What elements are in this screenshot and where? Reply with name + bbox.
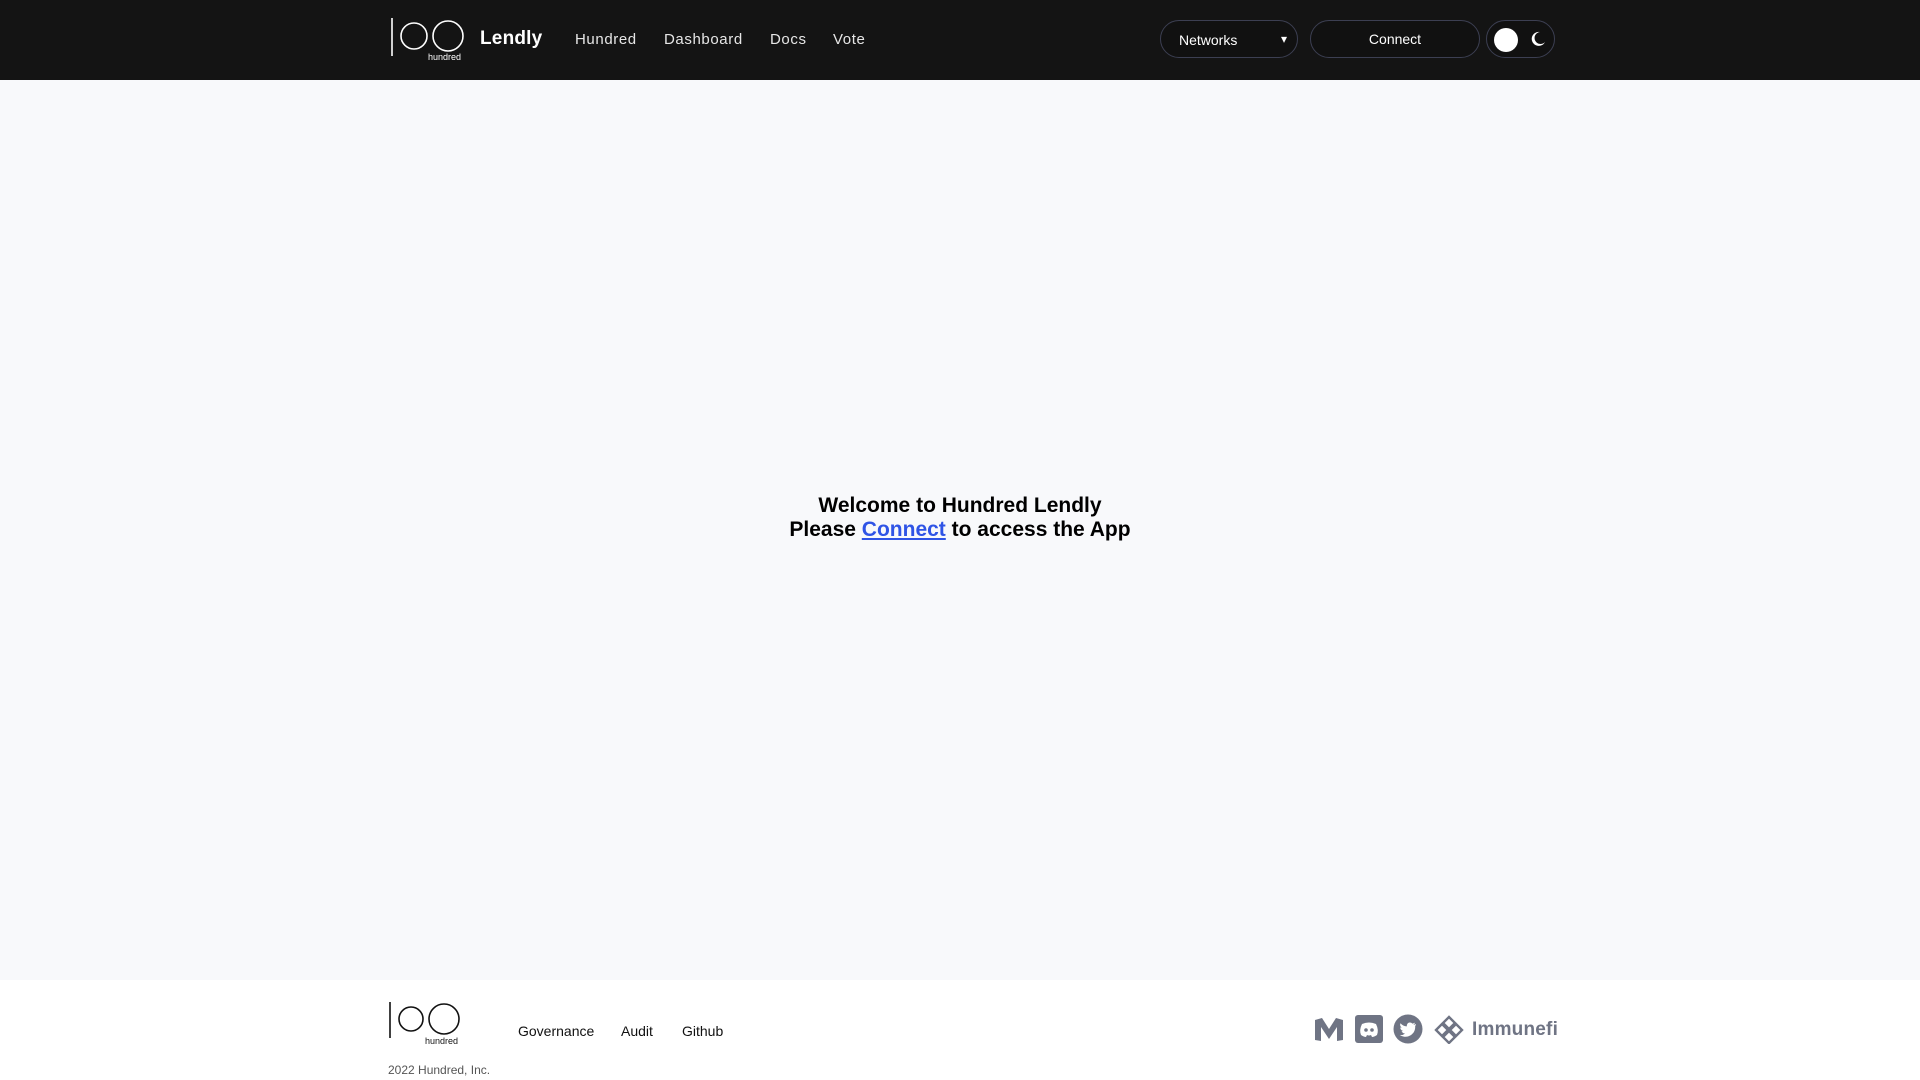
nav-vote[interactable]: Vote: [833, 31, 865, 48]
connect-button[interactable]: Connect: [1310, 20, 1480, 58]
twitter-icon[interactable]: [1393, 1014, 1423, 1044]
nav-docs[interactable]: Docs: [770, 31, 807, 48]
theme-toggle[interactable]: [1486, 20, 1555, 58]
footer-logo-text: hundred: [425, 1036, 458, 1046]
nav-dashboard[interactable]: Dashboard: [664, 31, 743, 48]
networks-label: Networks: [1179, 32, 1238, 48]
discord-icon[interactable]: [1354, 1014, 1384, 1044]
chevron-down-icon: ▾: [1280, 32, 1287, 46]
footer: hundred Governance Audit Github 2022 Hun…: [0, 980, 1920, 1080]
please-text: Please: [789, 518, 856, 541]
top-navbar: hundred Lendly Hundred Dashboard Docs Vo…: [0, 0, 1920, 80]
sun-knob-icon: [1494, 28, 1518, 52]
medium-icon[interactable]: [1313, 1014, 1345, 1044]
copyright: 2022 Hundred, Inc.: [388, 1063, 491, 1077]
immunefi-icon[interactable]: [1433, 1014, 1465, 1044]
connect-link[interactable]: Connect: [862, 518, 946, 541]
moon-icon: [1531, 31, 1545, 46]
hundred-logo[interactable]: hundred: [390, 16, 466, 62]
logo-text: hundred: [428, 52, 461, 62]
footer-github-link[interactable]: Github: [682, 1023, 723, 1039]
hundred-footer-logo: hundred: [389, 1002, 460, 1046]
footer-audit-link[interactable]: Audit: [621, 1023, 653, 1039]
welcome-title: Welcome to Hundred Lendly: [818, 494, 1102, 517]
access-text: to access the App: [951, 518, 1131, 541]
footer-governance-link[interactable]: Governance: [518, 1023, 594, 1039]
welcome-message: Welcome to Hundred Lendly Please Connect…: [0, 494, 1920, 542]
networks-dropdown[interactable]: Networks ▾: [1160, 20, 1298, 58]
connect-prompt: Please Connect to access the App: [0, 518, 1920, 542]
immunefi-link[interactable]: Immunefi: [1472, 1019, 1558, 1041]
brand-name: Lendly: [480, 28, 543, 49]
nav-hundred[interactable]: Hundred: [575, 31, 637, 48]
